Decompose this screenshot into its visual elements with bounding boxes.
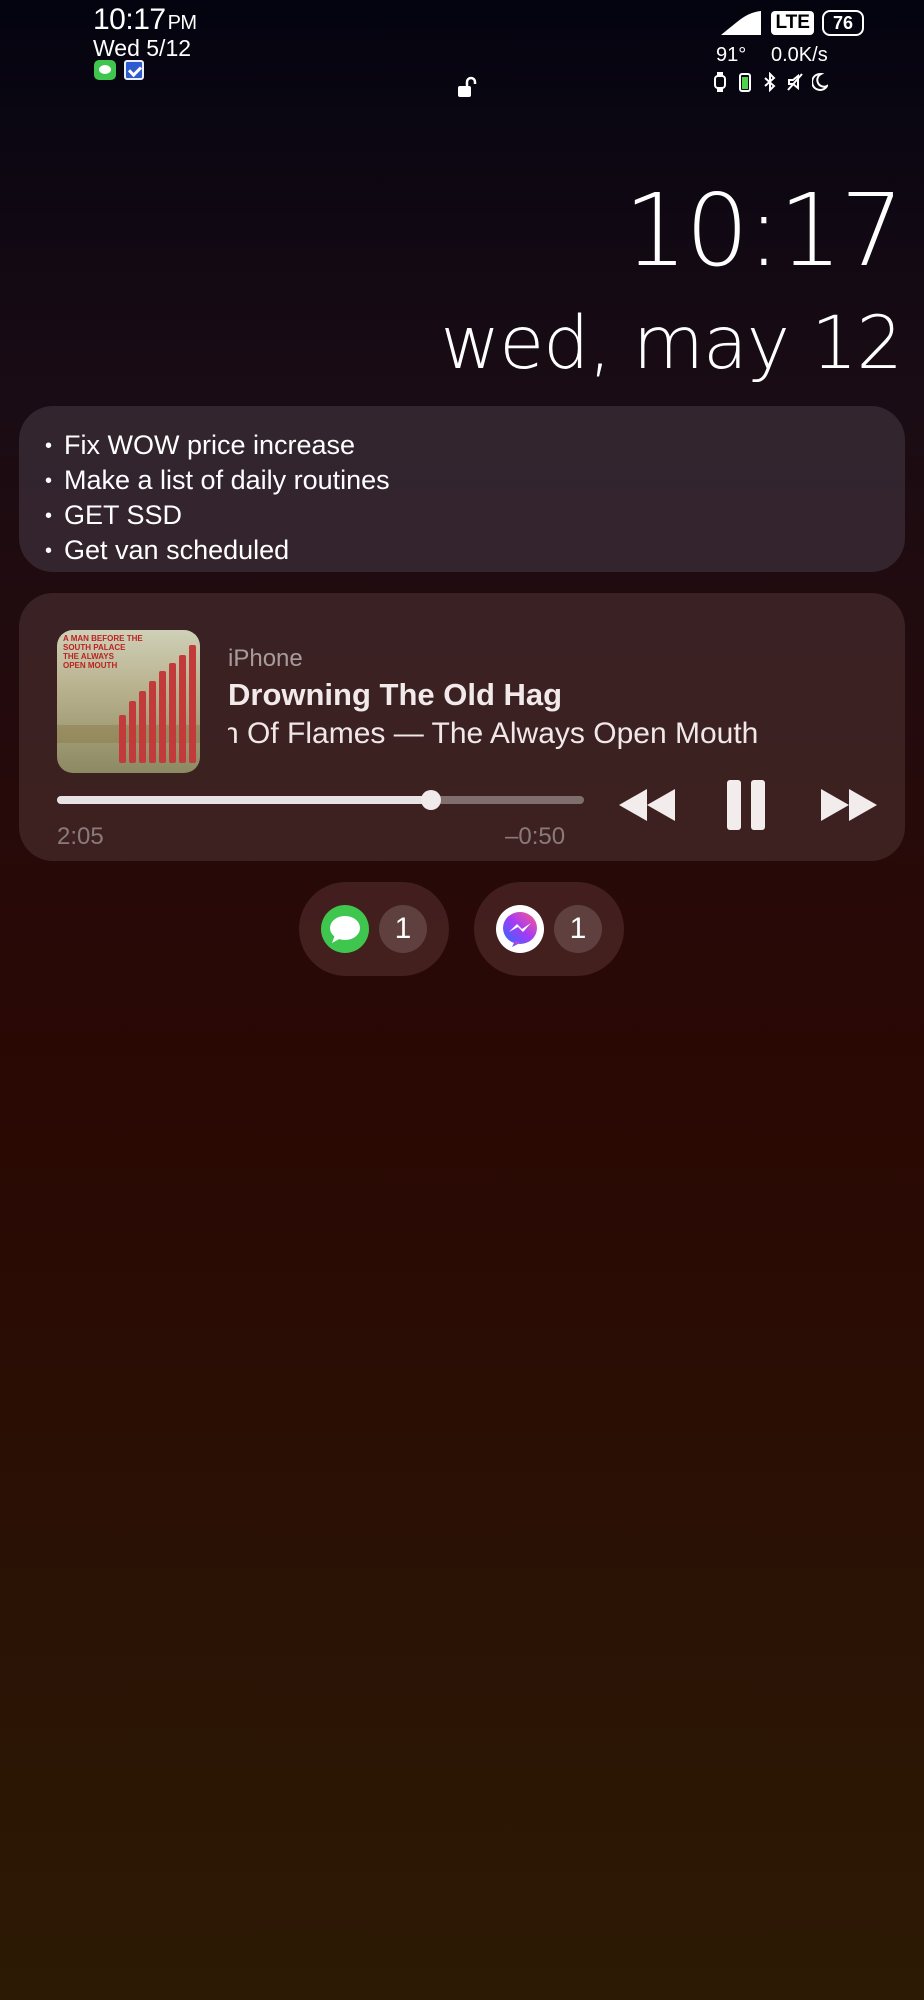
status-icons — [712, 72, 828, 92]
status-app-icons — [94, 60, 144, 80]
fast-forward-icon[interactable] — [819, 785, 879, 825]
notification-count: 1 — [554, 905, 602, 953]
progress-slider[interactable] — [57, 790, 584, 810]
status-time-value: 10:17 — [93, 3, 166, 36]
network-speed: 0.0K/s — [771, 44, 828, 66]
unlock-icon — [458, 76, 477, 97]
progress-knob[interactable] — [421, 790, 442, 810]
notification-count: 1 — [379, 905, 427, 953]
artist-album-text: ch Of Flames — The Always Open Mouth — [228, 717, 759, 750]
messages-app-icon — [94, 60, 116, 80]
temperature: 91° — [716, 44, 747, 66]
battery-indicator: 76 — [821, 10, 864, 36]
note-item: Fix WOW price increase — [45, 428, 905, 463]
mute-icon — [787, 73, 803, 91]
rewind-icon[interactable] — [617, 785, 677, 825]
album-artwork[interactable]: A MAN BEFORE THE SOUTH PALACE THE ALWAYS… — [57, 630, 200, 773]
note-item: Make a list of daily routines — [45, 463, 905, 498]
signal-icon — [721, 11, 762, 35]
phone-battery-icon — [739, 73, 751, 92]
track-artist-album: ch Of Flames — The Always Open Mouth — [228, 717, 866, 751]
note-item: Get van scheduled — [45, 533, 905, 568]
do-not-disturb-icon — [812, 72, 828, 91]
album-art-text: A MAN BEFORE THE SOUTH PALACE THE ALWAYS… — [63, 634, 143, 670]
status-right: LTE 76 — [719, 10, 864, 36]
notes-list: Fix WOW price increase Make a list of da… — [19, 406, 905, 568]
messages-icon — [321, 905, 369, 953]
playback-source[interactable]: iPhone — [228, 645, 303, 673]
progress-fill — [57, 796, 432, 804]
pause-icon[interactable] — [725, 778, 767, 832]
lockscreen-date: wed, may 12 — [440, 301, 903, 386]
track-title: Drowning The Old Hag — [228, 677, 563, 712]
elapsed-time: 2:05 — [57, 823, 104, 850]
note-item: GET SSD — [45, 498, 905, 533]
messenger-icon — [496, 905, 544, 953]
tasks-app-icon — [124, 60, 144, 80]
remaining-time: –0:50 — [505, 823, 566, 850]
status-date: Wed 5/12 — [93, 35, 192, 61]
messenger-notification-pill[interactable]: 1 — [474, 882, 624, 976]
messages-notification-pill[interactable]: 1 — [299, 882, 449, 976]
now-playing-widget: A MAN BEFORE THE SOUTH PALACE THE ALWAYS… — [19, 593, 905, 861]
network-badge: LTE — [771, 11, 814, 35]
lockscreen-time: 10:17 — [623, 172, 904, 289]
watch-icon — [714, 72, 726, 92]
notes-widget[interactable]: Fix WOW price increase Make a list of da… — [19, 406, 905, 572]
status-ampm: PM — [167, 12, 198, 34]
bluetooth-icon — [764, 72, 776, 92]
